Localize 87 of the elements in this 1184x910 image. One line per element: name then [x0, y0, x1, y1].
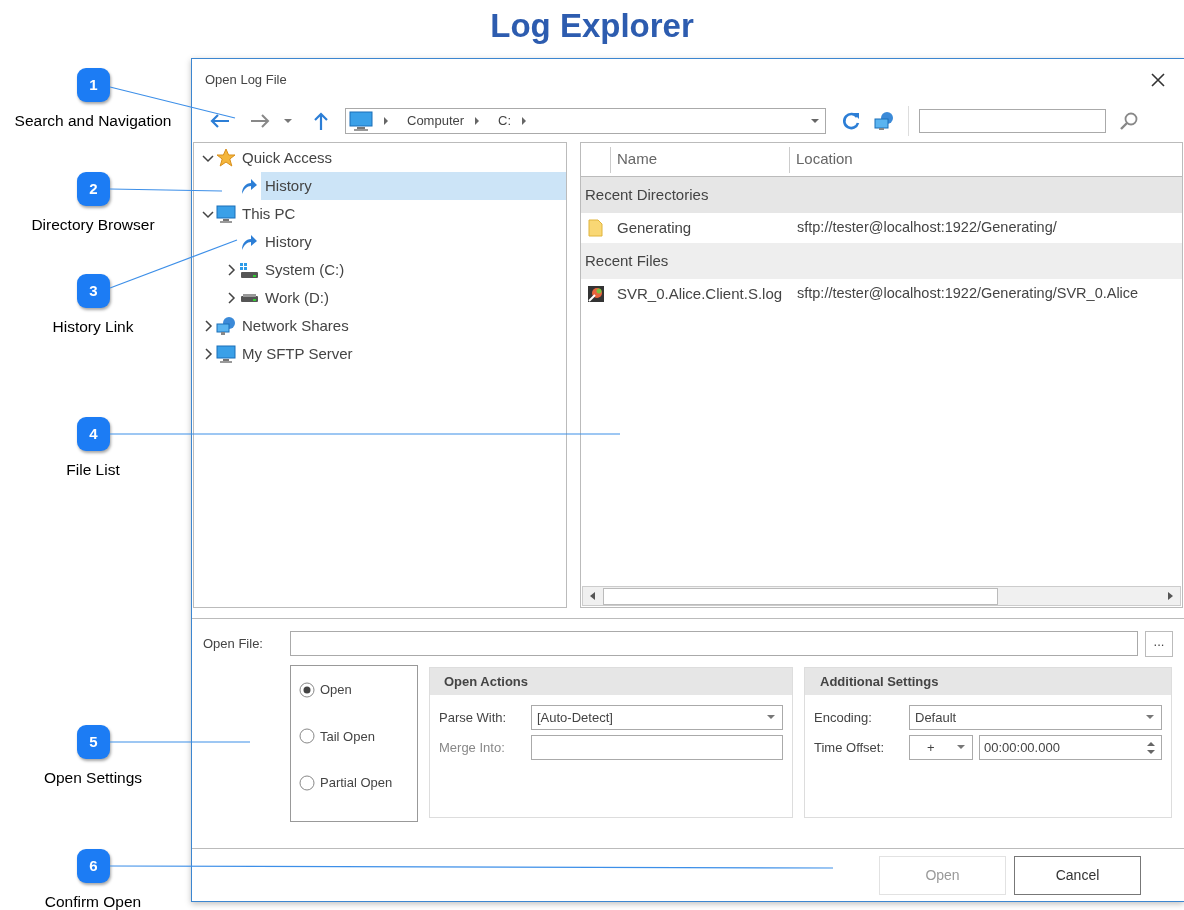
file-location: sftp://tester@localhost:1922/Generating/SVR_0.Alice	[797, 284, 1139, 304]
curved-arrow-icon	[240, 177, 258, 195]
dialog-button[interactable]: Cancel	[1014, 856, 1141, 895]
column-header[interactable]: Location	[790, 148, 853, 171]
chevron-right-icon[interactable]	[225, 292, 237, 304]
dialog-button: Open	[879, 856, 1006, 895]
callout-label: File List	[66, 461, 120, 478]
radio-button[interactable]: Open	[299, 680, 352, 700]
open-file-field[interactable]	[290, 631, 1138, 656]
file-location: sftp://tester@localhost:1922/Generating/	[797, 218, 1057, 238]
close-icon[interactable]	[1150, 71, 1166, 88]
group-header: Recent Files	[581, 243, 1182, 279]
callout-label: History Link	[52, 318, 134, 335]
tree-item[interactable]: Quick Access	[238, 144, 566, 172]
search-field[interactable]	[919, 109, 1106, 133]
chevron-right-icon[interactable]	[202, 320, 214, 332]
folder-icon	[586, 218, 606, 238]
radio-button[interactable]: Partial Open	[299, 773, 393, 793]
caret-icon	[957, 745, 965, 750]
column-header[interactable]: Name	[611, 146, 790, 173]
log-file-icon	[586, 284, 606, 304]
drive-icon	[239, 261, 259, 279]
page-title: Log Explorer	[490, 6, 694, 47]
sign-dropdown[interactable]: +	[909, 735, 973, 760]
up-arrow-icon[interactable]	[313, 111, 329, 131]
chevron-down-icon[interactable]	[202, 152, 214, 164]
browse-button[interactable]: ...	[1145, 630, 1173, 657]
chevron-down-icon[interactable]	[202, 208, 214, 220]
refresh-icon[interactable]	[841, 111, 861, 131]
chevron-right-icon[interactable]	[202, 348, 214, 360]
callout-label: Open Settings	[43, 769, 143, 786]
tree-item[interactable]: History	[261, 228, 566, 256]
dropdown-caret-icon[interactable]	[811, 118, 819, 124]
field-label: Encoding:	[814, 708, 873, 727]
panel-header: Open Actions	[430, 668, 792, 695]
callout-label: Confirm Open	[44, 893, 142, 910]
callout-badge: 3	[77, 274, 110, 308]
field-label: Parse With:	[439, 708, 508, 727]
field-label: Time Offset:	[814, 738, 886, 757]
tree-item[interactable]: My SFTP Server	[238, 340, 566, 368]
breadcrumb-arrow-icon[interactable]	[474, 117, 481, 125]
scrollbar-thumb[interactable]	[603, 587, 998, 605]
callout-label: Directory Browser	[31, 216, 155, 233]
computer-icon	[216, 204, 236, 224]
tree-item[interactable]: Network Shares	[238, 312, 566, 340]
spinner-arrows-icon[interactable]	[1147, 740, 1155, 755]
network-icon[interactable]	[873, 111, 895, 131]
window-title: Open Log File	[205, 70, 288, 89]
field-label: Open File:	[203, 634, 264, 653]
network-icon	[216, 316, 236, 336]
parse-with-dropdown[interactable]: [Auto-Detect]	[531, 705, 783, 730]
chevron-right-icon[interactable]	[225, 264, 237, 276]
callout-badge: 2	[77, 172, 110, 206]
breadcrumb-item[interactable]: Computer	[407, 111, 465, 131]
address-bar[interactable]: Computer C:	[345, 108, 826, 134]
computer-icon	[216, 344, 236, 364]
breadcrumb-item[interactable]: C:	[498, 111, 512, 131]
group-header: Recent Directories	[581, 177, 1182, 213]
callout-badge: 6	[77, 849, 110, 883]
caret-icon	[1146, 715, 1154, 720]
tree-item[interactable]: History	[261, 172, 566, 200]
tree-item[interactable]: Work (D:)	[261, 284, 566, 312]
caret-icon[interactable]	[284, 118, 292, 124]
radio-button[interactable]: Tail Open	[299, 726, 375, 746]
breadcrumb-arrow-icon[interactable]	[521, 117, 528, 125]
computer-icon	[349, 111, 373, 131]
callout-badge: 5	[77, 725, 110, 759]
caret-icon	[767, 715, 775, 720]
back-arrow-icon[interactable]	[209, 113, 231, 129]
curved-arrow-icon	[240, 233, 258, 251]
horizontal-scrollbar[interactable]	[582, 586, 1181, 606]
callout-badge: 4	[77, 417, 110, 451]
time-offset-spinner[interactable]: 00:00:00.000	[979, 735, 1162, 760]
breadcrumb-arrow-icon[interactable]	[383, 117, 389, 125]
callout-label: Search and Navigation	[14, 112, 172, 129]
tree-item[interactable]: This PC	[238, 200, 566, 228]
forward-arrow-icon[interactable]	[249, 113, 271, 129]
panel-header: Additional Settings	[805, 668, 1171, 695]
search-icon[interactable]	[1119, 111, 1139, 131]
drive-icon	[239, 293, 259, 303]
encoding-dropdown[interactable]: Default	[909, 705, 1162, 730]
tree-item[interactable]: System (C:)	[261, 256, 566, 284]
star-icon	[216, 148, 236, 168]
file-name[interactable]: SVR_0.Alice.Client.S.log	[617, 282, 797, 306]
callout-badge: 1	[77, 68, 110, 102]
field-label: Merge Into:	[439, 738, 506, 757]
file-name[interactable]: Generating	[617, 216, 797, 240]
